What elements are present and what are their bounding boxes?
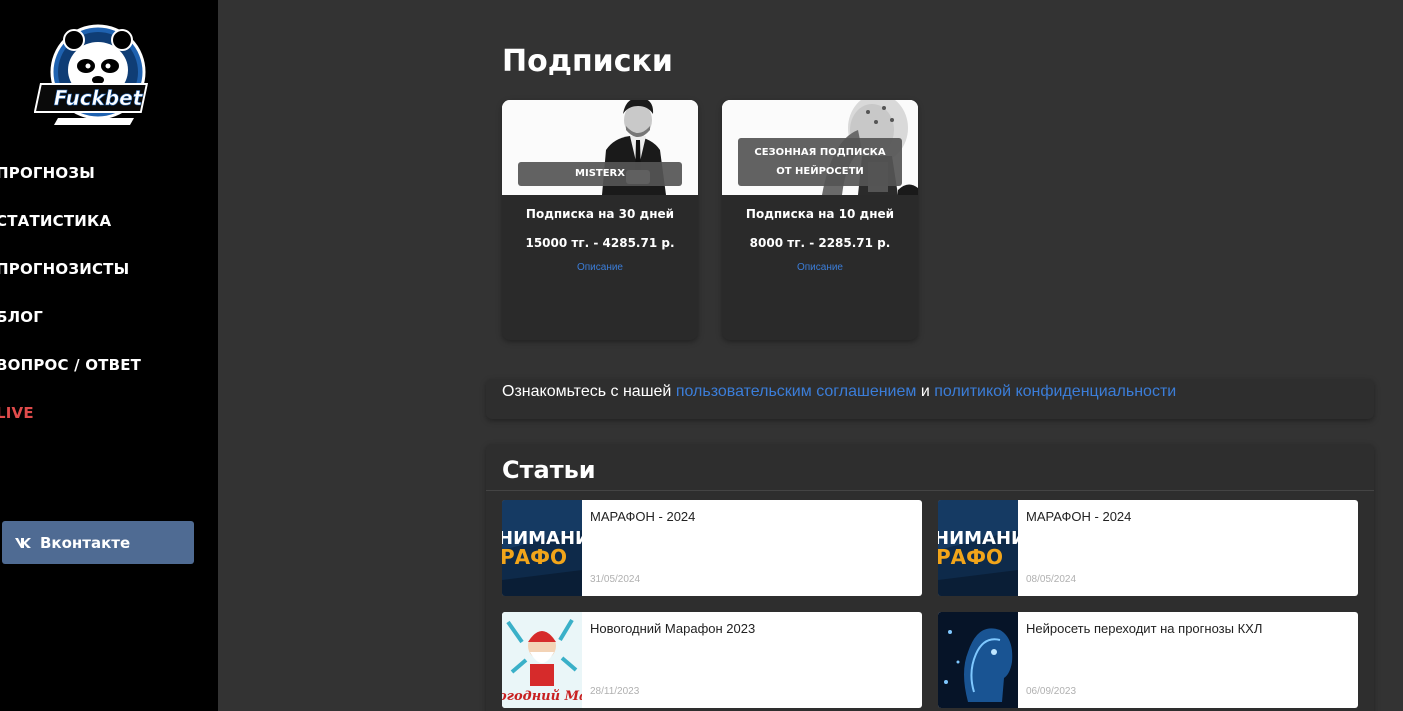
main-nav: ПРОГНОЗЫ СТАТИСТИКА ПРОГНОЗИСТЫ БЛОГ ВОП… (0, 160, 141, 448)
nav-item-live[interactable]: LIVE (0, 400, 141, 448)
nav-item-forecasts[interactable]: ПРОГНОЗЫ (0, 160, 141, 208)
description-link[interactable]: Описание (722, 262, 918, 273)
article-date: 06/09/2023 (1026, 686, 1077, 697)
description-link[interactable]: Описание (502, 262, 698, 273)
article-thumbnail (938, 612, 1018, 708)
misterx-badge: MISTERX (518, 162, 682, 186)
articles-section: Статьи НИМАНИ РАФО МАРАФОН - 2024 31/05/… (486, 444, 1374, 711)
site-logo[interactable]: Fuckbet (33, 22, 162, 130)
neuro-badge-line2: ОТ НЕЙРОСЕТИ (776, 166, 864, 177)
article-title: Новогодний Марафон 2023 (590, 621, 756, 636)
vk-button-label: Вконтакте (40, 533, 131, 552)
logo-text: Fuckbet (54, 86, 144, 110)
subscription-title: Подписка на 10 дней (745, 207, 895, 221)
article-title: Нейросеть переходит на прогнозы КХЛ (1026, 621, 1263, 636)
nav-item-faq[interactable]: ВОПРОС / ОТВЕТ (0, 352, 141, 400)
robot-image: СЕЗОННАЯ ПОДПИСКА ОТ НЕЙРОСЕТИ (722, 100, 918, 195)
subscription-price: 8000 тг. - 2285.71 р. (749, 236, 891, 250)
thumb-text-bottom: огодний Мара (502, 689, 582, 704)
misterx-image: MISTERX (502, 100, 698, 195)
agreement-and: и (920, 383, 930, 400)
vk-button[interactable]: Вконтакте (2, 521, 194, 564)
article-title: МАРАФОН - 2024 (1026, 509, 1132, 524)
article-title: МАРАФОН - 2024 (590, 509, 696, 524)
subscription-price: 15000 тг. - 4285.71 р. (525, 236, 675, 250)
privacy-policy-link[interactable]: политикой конфиденциальности (934, 383, 1176, 400)
article-thumbnail: НИМАНИ РАФО (938, 500, 1018, 596)
subscriptions-title: Подписки (502, 44, 673, 79)
article-date: 28/11/2023 (590, 686, 640, 697)
agreement-prefix: Ознакомьтесь с нашей (502, 383, 672, 400)
subscription-title: Подписка на 30 дней (525, 207, 675, 221)
vk-icon (15, 537, 31, 548)
articles-title: Статьи (502, 456, 596, 484)
thumb-text-bottom: РАФО (502, 545, 567, 569)
article-thumbnail: НИМАНИ РАФО (502, 500, 582, 596)
thumb-text-bottom: РАФО (938, 545, 1003, 569)
article-card[interactable]: огодний Мара Новогодний Марафон 2023 28/… (502, 612, 922, 708)
nav-item-blog[interactable]: БЛОГ (0, 304, 141, 352)
user-agreement-link[interactable]: пользовательским соглашением (676, 383, 917, 400)
neuro-badge-line1: СЕЗОННАЯ ПОДПИСКА (754, 147, 886, 158)
article-card[interactable]: НИМАНИ РАФО МАРАФОН - 2024 31/05/2024 (502, 500, 922, 596)
subscription-card-neuro[interactable]: СЕЗОННАЯ ПОДПИСКА ОТ НЕЙРОСЕТИ Подписка … (722, 100, 918, 340)
agreement-notice: Ознакомьтесь с нашей пользовательским со… (486, 379, 1374, 419)
neuro-badge: СЕЗОННАЯ ПОДПИСКА ОТ НЕЙРОСЕТИ (738, 138, 902, 186)
article-card[interactable]: НИМАНИ РАФО МАРАФОН - 2024 08/05/2024 (938, 500, 1358, 596)
divider (486, 490, 1374, 491)
nav-item-forecasters[interactable]: ПРОГНОЗИСТЫ (0, 256, 141, 304)
article-thumbnail: огодний Мара (502, 612, 582, 708)
sidebar: Fuckbet ПРОГНОЗЫ СТАТИСТИКА ПРОГНОЗИСТЫ … (0, 0, 218, 711)
nav-item-statistics[interactable]: СТАТИСТИКА (0, 208, 141, 256)
article-card[interactable]: Нейросеть переходит на прогнозы КХЛ 06/0… (938, 612, 1358, 708)
subscription-card-misterx[interactable]: MISTERX Подписка на 30 дней 15000 тг. - … (502, 100, 698, 340)
article-date: 31/05/2024 (590, 574, 641, 585)
article-date: 08/05/2024 (1026, 574, 1077, 585)
